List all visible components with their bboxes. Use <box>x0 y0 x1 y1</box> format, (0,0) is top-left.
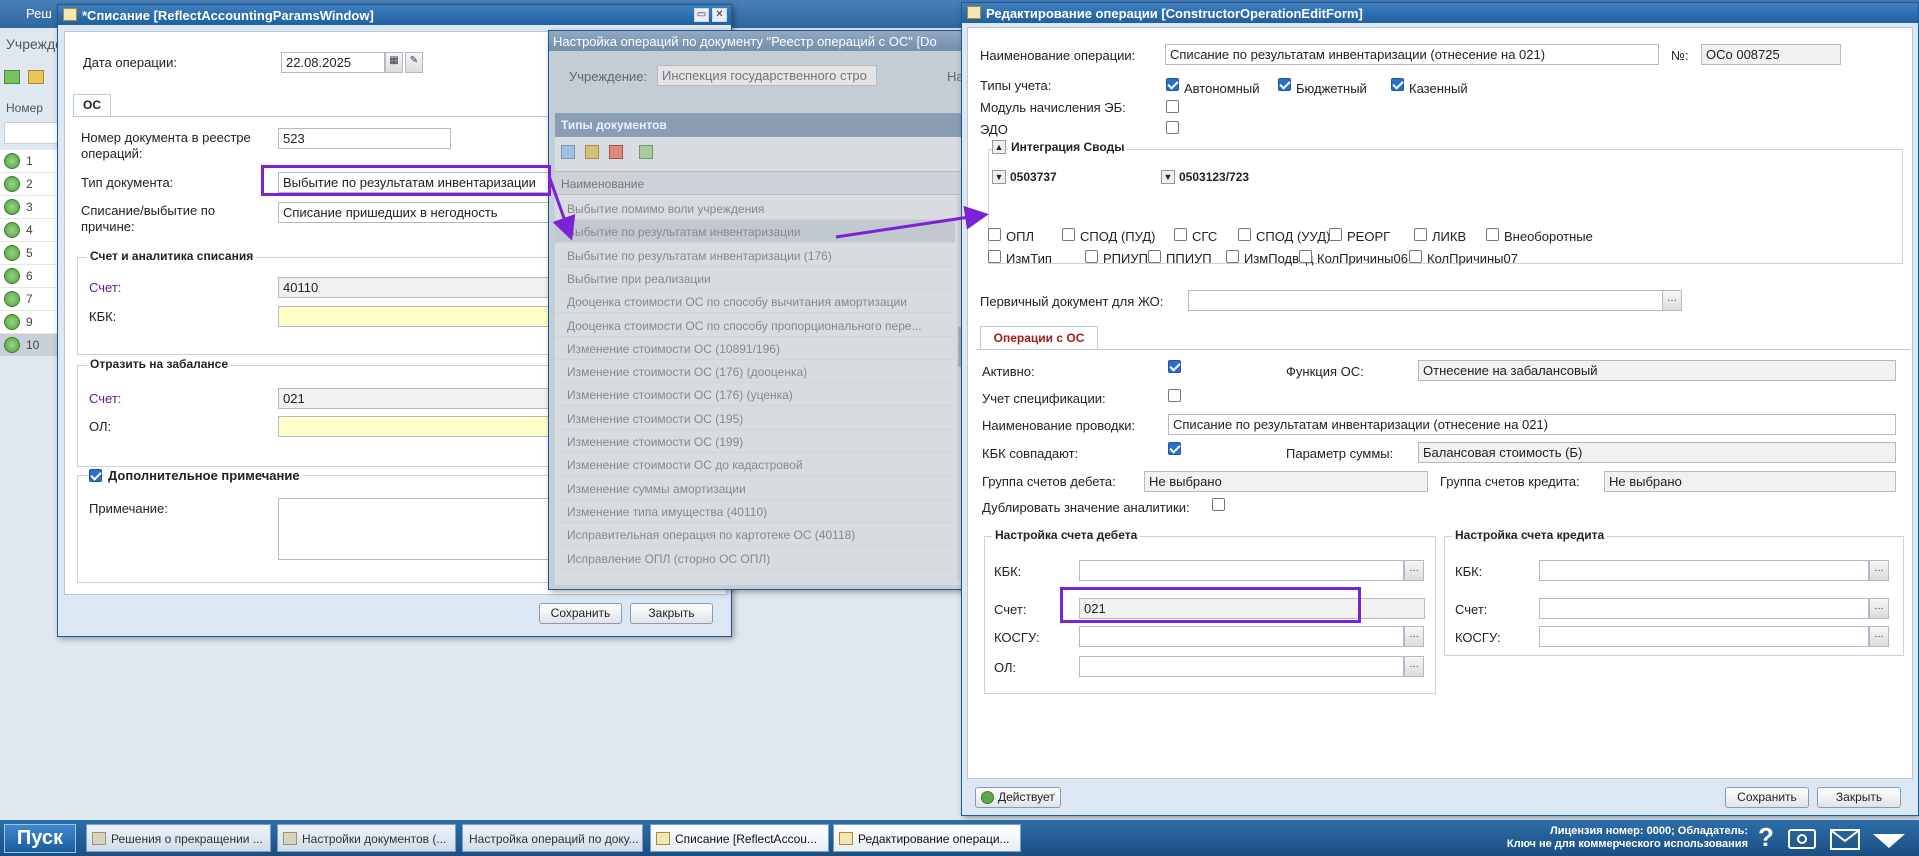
window-icon <box>92 832 106 845</box>
settings-icon <box>283 832 297 845</box>
license-line2: Ключ не для коммерческого использования <box>1506 838 1748 850</box>
task-item-decisions[interactable]: Решения о прекращении ... <box>86 824 271 852</box>
camera-icon[interactable] <box>1788 829 1816 849</box>
window-icon <box>656 832 670 845</box>
menu-down-icon[interactable] <box>1873 834 1905 848</box>
window-icon <box>839 832 853 845</box>
help-icon[interactable]: ? <box>1758 822 1774 853</box>
task-item-edit-operation[interactable]: Редактирование операци... <box>833 824 1021 852</box>
task-item-write-off[interactable]: Списание [ReflectAccou... <box>650 824 829 852</box>
arrow-to-list <box>547 175 576 241</box>
task-item-doc-settings[interactable]: Настройки документов (... <box>277 824 456 852</box>
license-line1: Лицензия номер: 0000; Обладатель: <box>1549 825 1748 837</box>
license-info: Лицензия номер: 0000; Обладатель: Ключ н… <box>1470 825 1748 851</box>
taskbar: Пуск Решения о прекращении ... Настройки… <box>0 820 1919 856</box>
arrow-to-edit-form <box>835 205 989 239</box>
task-item-operations[interactable]: Настройка операций по доку... <box>462 824 643 852</box>
annotation-arrows <box>547 175 989 241</box>
mail-icon[interactable] <box>1830 829 1860 850</box>
start-button[interactable]: Пуск <box>4 824 76 853</box>
